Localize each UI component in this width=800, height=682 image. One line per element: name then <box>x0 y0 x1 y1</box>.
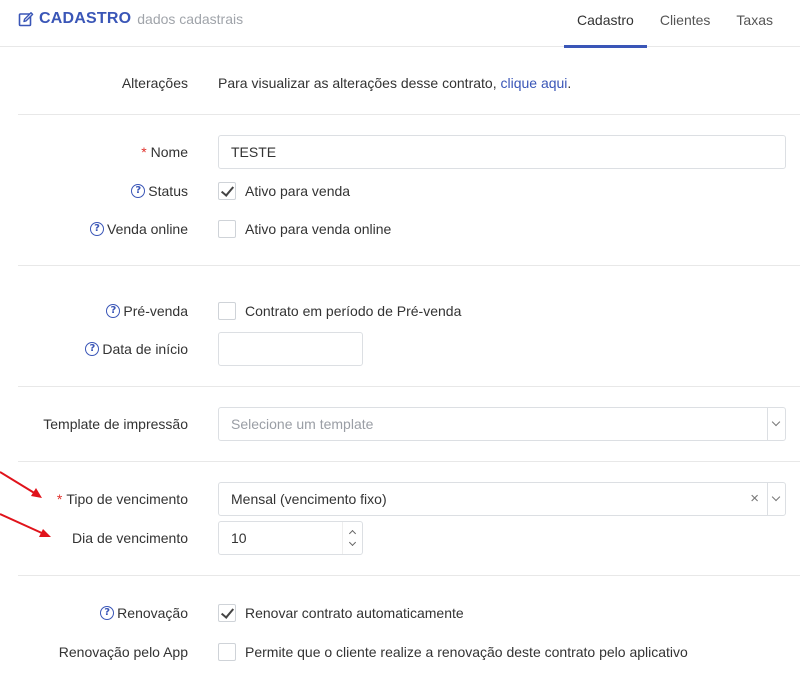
venda-online-checkbox-row: Ativo para venda online <box>218 220 391 238</box>
status-label-text: Status <box>148 183 188 199</box>
required-mark: * <box>141 144 147 160</box>
venda-online-checkbox[interactable] <box>218 220 236 238</box>
tab-bar: Cadastro Clientes Taxas <box>564 0 800 48</box>
renovacao-option-label: Renovar contrato automaticamente <box>245 605 464 621</box>
status-label: ? Status <box>131 183 188 199</box>
template-label-text: Template de impressão <box>43 416 188 432</box>
pre-venda-option-label: Contrato em período de Pré-venda <box>245 303 462 319</box>
renovacao-checkbox-row: Renovar contrato automaticamente <box>218 604 464 622</box>
alteracoes-suffix: . <box>567 75 572 91</box>
edit-icon <box>18 12 34 27</box>
brand: CADASTRO dados cadastrais <box>18 10 243 28</box>
alteracoes-text: Para visualizar as alterações desse cont… <box>218 75 571 91</box>
number-stepper[interactable] <box>342 522 362 554</box>
divider <box>18 114 800 115</box>
chevron-down-icon[interactable] <box>767 483 785 515</box>
pre-venda-label-text: Pré-venda <box>123 303 188 319</box>
clear-icon[interactable]: × <box>750 483 759 515</box>
alteracoes-label-text: Alterações <box>121 75 188 91</box>
status-checkbox-row: Ativo para venda <box>218 182 350 200</box>
dia-vencimento-input[interactable]: 10 <box>218 521 363 555</box>
venda-online-label-text: Venda online <box>107 221 188 237</box>
dia-vencimento-label: Dia de vencimento <box>72 530 188 546</box>
renovacao-app-checkbox[interactable] <box>218 643 236 661</box>
alteracoes-message: Para visualizar as alterações desse cont… <box>218 75 501 91</box>
page-subtitle: dados cadastrais <box>137 11 244 27</box>
data-inicio-label-text: Data de início <box>102 341 188 357</box>
venda-online-label: ? Venda online <box>90 221 188 237</box>
help-icon[interactable]: ? <box>100 606 115 620</box>
page-title: CADASTRO <box>39 10 132 27</box>
help-icon[interactable]: ? <box>90 222 105 236</box>
divider <box>18 575 800 576</box>
data-inicio-input[interactable] <box>218 332 363 366</box>
alteracoes-link[interactable]: clique aqui <box>500 75 567 91</box>
chevron-down-icon[interactable] <box>767 408 785 440</box>
nome-label-text: Nome <box>150 144 188 160</box>
venda-online-option-label: Ativo para venda online <box>245 221 392 237</box>
nome-input[interactable]: TESTE <box>218 135 786 169</box>
tab-taxas[interactable]: Taxas <box>723 0 800 47</box>
status-checkbox[interactable] <box>218 182 236 200</box>
renovacao-app-label-text: Renovação pelo App <box>58 644 188 660</box>
alteracoes-label: Alterações <box>122 75 188 91</box>
annotation-arrow-dia <box>0 513 51 537</box>
decrement-icon[interactable] <box>348 538 357 547</box>
annotation-arrows <box>0 471 51 537</box>
page-header: CADASTRO dados cadastrais Cadastro Clien… <box>0 0 800 48</box>
increment-icon[interactable] <box>348 529 357 538</box>
tab-clientes[interactable]: Clientes <box>647 0 724 47</box>
renovacao-label-text: Renovação <box>117 605 188 621</box>
pre-venda-checkbox-row: Contrato em período de Pré-venda <box>218 302 461 320</box>
dia-vencimento-value: 10 <box>231 530 247 546</box>
tipo-vencimento-label: * Tipo de vencimento <box>57 491 188 507</box>
renovacao-app-checkbox-row: Permite que o cliente realize a renovaçã… <box>218 643 688 661</box>
renovacao-label: ? Renovação <box>100 605 188 621</box>
template-select[interactable]: Selecione um template <box>218 407 786 441</box>
dia-vencimento-label-text: Dia de vencimento <box>72 530 188 546</box>
data-inicio-label: ? Data de início <box>85 341 188 357</box>
template-placeholder: Selecione um template <box>231 416 374 432</box>
divider <box>18 265 800 266</box>
divider <box>18 386 800 387</box>
pre-venda-checkbox[interactable] <box>218 302 236 320</box>
template-label: Template de impressão <box>43 416 188 432</box>
annotation-arrow-tipo <box>0 471 42 498</box>
status-option-label: Ativo para venda <box>245 183 351 199</box>
tipo-vencimento-label-text: Tipo de vencimento <box>66 491 188 507</box>
renovacao-checkbox[interactable] <box>218 604 236 622</box>
divider <box>18 461 800 462</box>
renovacao-app-label: Renovação pelo App <box>59 644 188 660</box>
help-icon[interactable]: ? <box>85 342 100 356</box>
help-icon[interactable]: ? <box>131 184 146 198</box>
help-icon[interactable]: ? <box>106 304 121 318</box>
renovacao-app-option-label: Permite que o cliente realize a renovaçã… <box>245 644 688 660</box>
tipo-vencimento-select[interactable]: Mensal (vencimento fixo) × <box>218 482 786 516</box>
pre-venda-label: ? Pré-venda <box>106 303 188 319</box>
tab-cadastro[interactable]: Cadastro <box>564 0 647 48</box>
tipo-vencimento-value: Mensal (vencimento fixo) <box>231 491 387 507</box>
nome-label: * Nome <box>141 144 188 160</box>
